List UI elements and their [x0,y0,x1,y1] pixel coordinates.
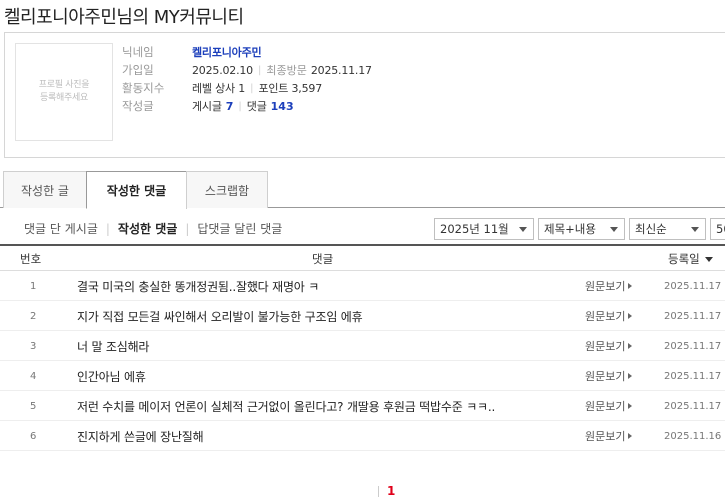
row-number: 3 [30,340,37,352]
profile-box: 프로필 사진을 등록해주세요 닉네임 켈리포니아주민 가입일 2025.02.1… [4,32,725,158]
row-number: 1 [30,280,37,292]
row-number: 4 [30,370,37,382]
comment-list: 1 결국 미국의 충실한 똥개정권됨..잘했다 재명아 ㅋ 원문보기 2025.… [0,271,725,451]
chevron-down-icon [691,227,699,232]
row-comment[interactable]: 진지하게 쓴글에 장난질해 [77,421,204,451]
search-type-value: 제목+내용 [544,222,596,236]
nickname-row: 닉네임 켈리포니아주민 [122,44,262,60]
header-number: 번호 [20,252,42,266]
points-value: 포인트 3,597 [258,82,323,95]
row-number: 2 [30,310,37,322]
row-date: 2025.11.17 [664,400,722,412]
view-original-link[interactable]: 원문보기 [585,331,633,361]
view-original-label: 원문보기 [585,340,626,353]
month-select[interactable]: 2025년 11월 [434,218,534,240]
view-original-link[interactable]: 원문보기 [585,361,633,391]
view-original-label: 원문보기 [585,430,626,443]
tab-bar: 작성한 글 작성한 댓글 스크랩함 [0,171,725,209]
view-original-link[interactable]: 원문보기 [585,391,633,421]
nickname-label: 닉네임 [122,45,154,59]
subfilter-replied-comments[interactable]: 답댓글 달린 댓글 [197,220,282,237]
posts-label: 작성글 [122,99,154,113]
comment-count-label: 댓글 [246,100,267,113]
row-comment[interactable]: 너 말 조심해라 [77,331,149,361]
row-date: 2025.11.17 [664,370,722,382]
header-date[interactable]: 등록일 [668,246,713,272]
separator: | [105,221,110,236]
activity-label: 활동지수 [122,81,165,95]
arrow-right-icon [628,343,633,349]
table-row: 5 저런 수치를 메이저 언론이 실체적 근거없이 올린다고? 개딸용 후원금 … [0,391,725,421]
post-count-value[interactable]: 7 [226,100,234,113]
chevron-down-icon [519,227,527,232]
separator: | [238,100,242,112]
posts-row: 작성글 게시글 7 | 댓글 143 [122,98,294,114]
search-type-select[interactable]: 제목+내용 [538,218,625,240]
join-date-label: 가입일 [122,63,154,77]
header-comment: 댓글 [312,252,334,266]
view-original-label: 원문보기 [585,310,626,323]
view-original-label: 원문보기 [585,370,626,383]
row-date: 2025.11.17 [664,310,722,322]
view-original-link[interactable]: 원문보기 [585,301,633,331]
level-value: 레벨 상사 1 [192,82,246,95]
table-row: 2 지가 직접 모든걸 싸인해서 오리발이 불가능한 구조임 에휴 원문보기 2… [0,301,725,331]
view-original-link[interactable]: 원문보기 [585,271,633,301]
row-date: 2025.11.17 [664,340,722,352]
arrow-right-icon [628,403,633,409]
subfilter-commented-posts[interactable]: 댓글 단 게시글 [24,220,98,237]
profile-photo-placeholder[interactable]: 프로필 사진을 등록해주세요 [15,43,113,141]
arrow-right-icon [628,313,633,319]
row-date: 2025.11.17 [664,280,722,292]
join-date-row: 가입일 2025.02.10 | 최종방문 2025.11.17 [122,62,372,78]
header-date-label: 등록일 [668,252,700,266]
join-date-value: 2025.02.10 [192,63,253,77]
table-row: 1 결국 미국의 충실한 똥개정권됨..잘했다 재명아 ㅋ 원문보기 2025.… [0,271,725,301]
sort-value: 최신순 [635,222,667,236]
view-original-label: 원문보기 [585,280,626,293]
row-number: 5 [30,400,37,412]
row-comment[interactable]: 지가 직접 모든걸 싸인해서 오리발이 불가능한 구조임 에휴 [77,301,363,331]
comment-count-value[interactable]: 143 [271,100,294,113]
view-original-label: 원문보기 [585,400,626,413]
tab-scrapbook[interactable]: 스크랩함 [186,171,268,208]
row-comment[interactable]: 저런 수치를 메이저 언론이 실체적 근거없이 올린다고? 개딸용 후원금 떡밥… [77,391,495,421]
post-count-label: 게시글 [192,100,222,113]
arrow-right-icon [628,373,633,379]
page-current[interactable]: 1 [387,484,395,498]
profile-photo-text: 프로필 사진을 등록해주세요 [38,80,90,103]
row-comment[interactable]: 인간아님 에휴 [77,361,146,391]
activity-row: 활동지수 레벨 상사 1 | 포인트 3,597 [122,80,322,96]
table-header: 번호 댓글 등록일 [0,244,725,271]
table-row: 4 인간아님 에휴 원문보기 2025.11.17 [0,361,725,391]
chevron-down-icon [610,227,618,232]
table-row: 6 진지하게 쓴글에 장난질해 원문보기 2025.11.16 [0,421,725,451]
arrow-right-icon [628,283,633,289]
page-size-value: 50 [716,222,725,236]
separator: | [257,64,262,76]
sort-select[interactable]: 최신순 [629,218,706,240]
sort-down-icon [704,256,713,262]
tab-written-comments[interactable]: 작성한 댓글 [86,171,187,209]
month-select-value: 2025년 11월 [440,222,509,236]
separator: | [185,221,190,236]
page-title: 켈리포니아주민님의 MY커뮤니티 [4,7,244,28]
row-comment[interactable]: 결국 미국의 충실한 똥개정권됨..잘했다 재명아 ㅋ [77,271,319,301]
comment-subfilter: 댓글 단 게시글 | 작성한 댓글 | 답댓글 달린 댓글 [24,220,282,237]
last-visit-value: 2025.11.17 [310,63,372,77]
row-number: 6 [30,430,37,442]
table-row: 3 너 말 조심해라 원문보기 2025.11.17 [0,331,725,361]
arrow-right-icon [628,433,633,439]
nickname-value[interactable]: 켈리포니아주민 [192,44,262,60]
page-size-select[interactable]: 50 [710,218,725,240]
tab-written-posts[interactable]: 작성한 글 [3,171,87,208]
separator: | [250,82,254,94]
row-date: 2025.11.16 [664,430,722,442]
pagination: 1 [378,484,395,498]
last-visit-label: 최종방문 [266,64,307,77]
subfilter-written-comments[interactable]: 작성한 댓글 [118,220,177,237]
pagination-divider [378,485,379,497]
view-original-link[interactable]: 원문보기 [585,421,633,451]
